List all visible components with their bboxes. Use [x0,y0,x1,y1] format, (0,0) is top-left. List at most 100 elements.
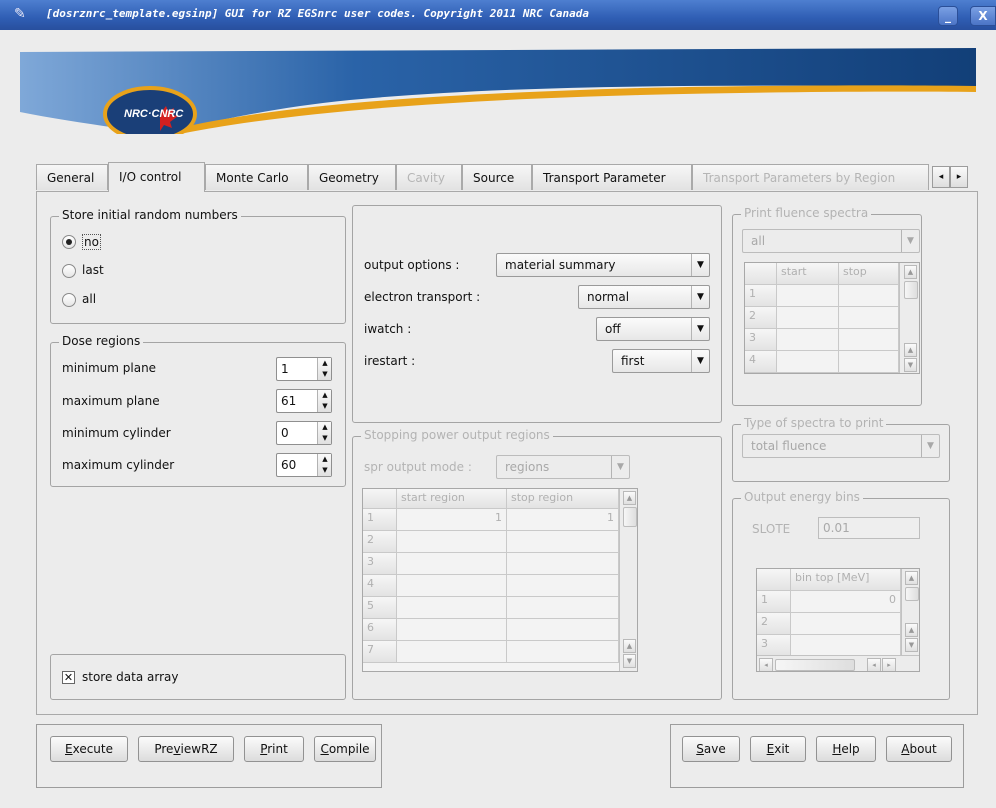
spin-up-icon[interactable]: ▲ [318,422,332,433]
fluence-start-cell[interactable] [777,285,839,307]
save-button[interactable]: Save [682,736,740,762]
fluence-col-stop[interactable]: stop [839,263,899,285]
table-row-header[interactable]: 1 [363,509,397,531]
scroll-up-icon[interactable]: ▲ [904,343,917,357]
spr-start-cell[interactable] [397,597,507,619]
table-row-header[interactable]: 4 [745,351,777,373]
spr-stop-cell[interactable] [507,575,619,597]
app-icon[interactable]: ✎ [14,6,30,22]
slote-input[interactable]: 0.01 [818,517,920,539]
spr-table[interactable]: start region stop region 111234567 ▲ ▲ ▼ [362,488,638,672]
fluence-start-cell[interactable] [777,329,839,351]
spr-col-start[interactable]: start region [397,489,507,509]
table-row-header[interactable]: 1 [745,285,777,307]
fluence-stop-cell[interactable] [839,351,899,373]
tab-transport-parameter[interactable]: Transport Parameter [532,164,692,190]
fluence-stop-cell[interactable] [839,329,899,351]
scroll-thumb[interactable] [905,587,919,601]
table-row-header[interactable]: 2 [757,613,791,635]
table-row-header[interactable]: 2 [745,307,777,329]
spin-up-icon[interactable]: ▲ [318,454,332,465]
minimize-button[interactable]: _ [938,6,958,26]
scroll-up-icon[interactable]: ▲ [905,623,918,637]
close-button[interactable]: X [970,6,996,26]
spr-stop-cell[interactable] [507,531,619,553]
radio-all[interactable] [62,293,76,307]
spr-start-cell[interactable] [397,553,507,575]
about-button[interactable]: About [886,736,952,762]
table-row-header[interactable]: 2 [363,531,397,553]
scroll-thumb[interactable] [623,507,637,527]
table-row-header[interactable]: 1 [757,591,791,613]
tab-geometry[interactable]: Geometry [308,164,396,190]
bin-top-cell[interactable] [791,635,901,657]
spr-start-cell[interactable]: 1 [397,509,507,531]
table-row-header[interactable]: 3 [745,329,777,351]
compile-button[interactable]: Compile [314,736,376,762]
spin-down-icon[interactable]: ▼ [318,369,332,380]
energy-bins-hscrollbar[interactable]: ◂ ◂ ▸ [757,655,919,671]
spr-col-stop[interactable]: stop region [507,489,619,509]
spr-mode-select[interactable]: regions ▼ [496,455,630,479]
spr-stop-cell[interactable] [507,619,619,641]
scroll-down-icon[interactable]: ▼ [905,638,918,652]
irestart-select[interactable]: first ▼ [612,349,710,373]
tab-scroll-left-button[interactable]: ◂ [932,166,950,188]
spr-stop-cell[interactable] [507,553,619,575]
scroll-thumb[interactable] [904,281,918,299]
spr-stop-cell[interactable] [507,597,619,619]
maximum-cylinder-spinbox[interactable]: 60 ▲ ▼ [276,453,332,477]
scroll-left-icon[interactable]: ◂ [867,658,881,671]
energy-bins-col[interactable]: bin top [MeV] [791,569,901,591]
spin-down-icon[interactable]: ▼ [318,433,332,444]
spin-down-icon[interactable]: ▼ [318,465,332,476]
minimum-cylinder-spinbox[interactable]: 0 ▲ ▼ [276,421,332,445]
exit-button[interactable]: Exit [750,736,806,762]
bin-top-cell[interactable]: 0 [791,591,901,613]
table-row-header[interactable]: 3 [363,553,397,575]
table-row-header[interactable]: 7 [363,641,397,663]
output-options-select[interactable]: material summary ▼ [496,253,710,277]
store-data-array-checkbox[interactable]: ✕ [62,671,75,684]
fluence-scrollbar[interactable]: ▲ ▲ ▼ [899,263,919,373]
spin-up-icon[interactable]: ▲ [318,358,332,369]
table-row-header[interactable]: 3 [757,635,791,657]
print-button[interactable]: Print [244,736,304,762]
tab-monte-carlo[interactable]: Monte Carlo [205,164,308,190]
spr-stop-cell[interactable] [507,641,619,663]
spr-start-cell[interactable] [397,641,507,663]
tab-io-control[interactable]: I/O control [108,162,205,192]
table-row-header[interactable]: 4 [363,575,397,597]
spin-up-icon[interactable]: ▲ [318,390,332,401]
table-row-header[interactable]: 5 [363,597,397,619]
tab-scroll-right-button[interactable]: ▸ [950,166,968,188]
scroll-up-icon[interactable]: ▲ [623,491,636,505]
minimum-plane-spinbox[interactable]: 1 ▲ ▼ [276,357,332,381]
iwatch-select[interactable]: off ▼ [596,317,710,341]
electron-transport-select[interactable]: normal ▼ [578,285,710,309]
scroll-right-icon[interactable]: ▸ [882,658,896,671]
tab-transport-parameters-by-region[interactable]: Transport Parameters by Region [692,164,929,190]
spr-scrollbar[interactable]: ▲ ▲ ▼ [619,489,637,671]
spectra-type-select[interactable]: total fluence ▼ [742,434,940,458]
fluence-select[interactable]: all ▼ [742,229,920,253]
scroll-down-icon[interactable]: ▼ [904,358,917,372]
spr-start-cell[interactable] [397,575,507,597]
spin-down-icon[interactable]: ▼ [318,401,332,412]
execute-button[interactable]: Execute [50,736,128,762]
tab-cavity[interactable]: Cavity [396,164,462,190]
maximum-plane-spinbox[interactable]: 61 ▲ ▼ [276,389,332,413]
tab-source[interactable]: Source [462,164,532,190]
scroll-up-icon[interactable]: ▲ [904,265,917,279]
energy-bins-vscrollbar[interactable]: ▲ ▲ ▼ [901,569,919,655]
scroll-down-icon[interactable]: ▼ [623,654,636,668]
radio-last[interactable] [62,264,76,278]
scroll-up-icon[interactable]: ▲ [905,571,918,585]
help-button[interactable]: Help [816,736,876,762]
scroll-up-icon[interactable]: ▲ [623,639,636,653]
fluence-table[interactable]: start stop 1234 ▲ ▲ ▼ [744,262,920,374]
radio-no[interactable] [62,235,76,249]
spr-start-cell[interactable] [397,619,507,641]
spr-start-cell[interactable] [397,531,507,553]
table-row-header[interactable]: 6 [363,619,397,641]
